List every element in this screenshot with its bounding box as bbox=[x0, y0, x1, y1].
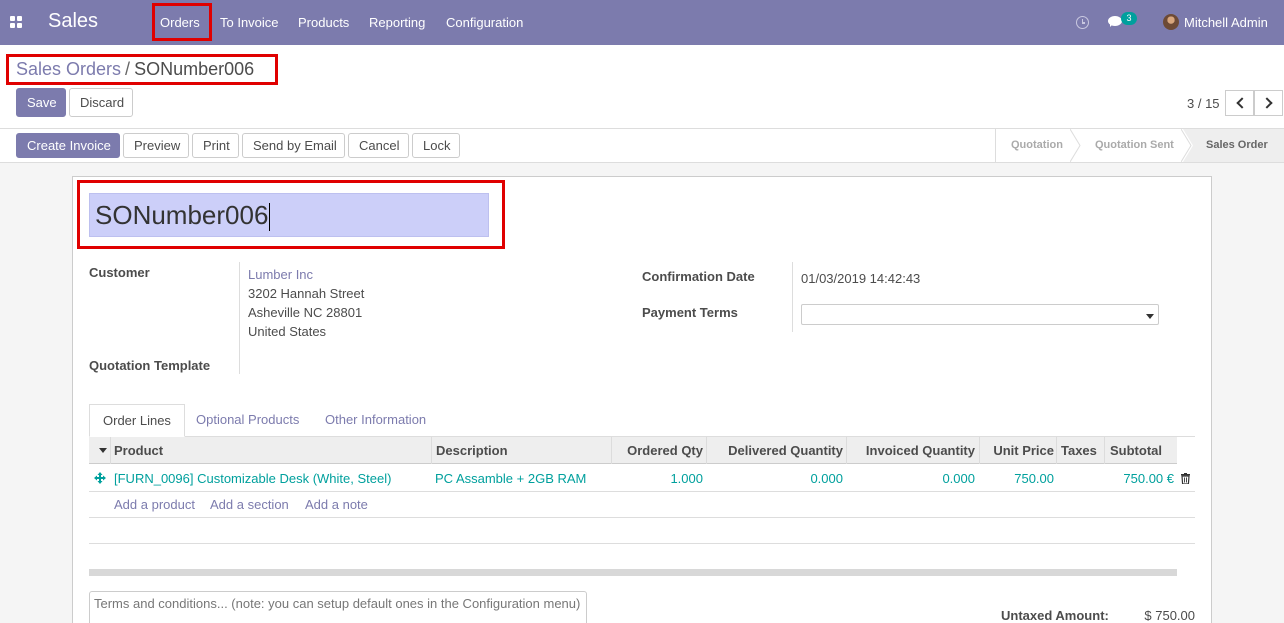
address-country: United States bbox=[248, 324, 327, 339]
apps-menu-icon[interactable] bbox=[10, 16, 23, 29]
tab-optional-products[interactable]: Optional Products bbox=[183, 404, 312, 437]
col-subtotal[interactable]: Subtotal bbox=[1110, 437, 1162, 464]
statusbar: Create Invoice Preview Print Send by Ema… bbox=[0, 129, 1284, 163]
customer-link[interactable]: Lumber Inc bbox=[248, 267, 313, 282]
app-name: Sales bbox=[48, 10, 99, 32]
address-street: 3202 Hannah Street bbox=[248, 286, 365, 301]
trash-icon[interactable] bbox=[1181, 473, 1190, 484]
stage-divider bbox=[995, 129, 996, 162]
column-separator bbox=[1056, 437, 1057, 464]
pager-previous-button[interactable] bbox=[1225, 90, 1254, 116]
tab-order-lines[interactable]: Order Lines bbox=[89, 404, 185, 437]
col-invoiced-qty[interactable]: Invoiced Quantity bbox=[866, 437, 975, 464]
chat-icon[interactable] bbox=[1108, 16, 1122, 27]
stage-arrow-icon bbox=[1070, 129, 1081, 162]
untaxed-amount-value: $ 750.00 bbox=[1144, 608, 1195, 623]
menu-products[interactable]: Products bbox=[298, 15, 349, 30]
menu-to-invoice[interactable]: To Invoice bbox=[220, 15, 279, 30]
column-separator bbox=[110, 437, 111, 464]
quotation-template-label: Quotation Template bbox=[89, 358, 211, 373]
menu-configuration[interactable]: Configuration bbox=[446, 15, 523, 30]
lock-button[interactable]: Lock bbox=[412, 133, 460, 158]
stage-sales-order[interactable]: Sales Order bbox=[1206, 129, 1268, 162]
caret-down-icon bbox=[1146, 314, 1154, 319]
confirmation-date-label: Confirmation Date bbox=[642, 269, 755, 284]
stage-quotation[interactable]: Quotation bbox=[1011, 129, 1063, 162]
row-divider bbox=[89, 491, 1195, 492]
save-button[interactable]: Save bbox=[16, 88, 66, 117]
send-by-email-button[interactable]: Send by Email bbox=[242, 133, 345, 158]
highlight-breadcrumb-box bbox=[6, 54, 278, 85]
col-product[interactable]: Product bbox=[114, 437, 163, 464]
payment-terms-select[interactable] bbox=[801, 304, 1159, 325]
terms-textarea[interactable]: Terms and conditions... (note: you can s… bbox=[89, 591, 587, 623]
field-divider bbox=[239, 262, 240, 374]
cancel-button[interactable]: Cancel bbox=[348, 133, 409, 158]
line-unit-price[interactable]: 750.00 bbox=[1014, 471, 1054, 486]
order-lines-header: Product Description Ordered Qty Delivere… bbox=[89, 437, 1177, 464]
line-subtotal: 750.00 € bbox=[1123, 471, 1174, 486]
drag-handle-icon[interactable] bbox=[94, 472, 106, 484]
line-description[interactable]: PC Assamble + 2GB RAM bbox=[435, 471, 586, 486]
add-product-link[interactable]: Add a product bbox=[114, 497, 195, 512]
activity-clock-icon[interactable] bbox=[1076, 16, 1089, 29]
line-delivered-qty[interactable]: 0.000 bbox=[810, 471, 843, 486]
add-note-link[interactable]: Add a note bbox=[305, 497, 368, 512]
line-product[interactable]: [FURN_0096] Customizable Desk (White, St… bbox=[114, 471, 391, 486]
column-separator bbox=[846, 437, 847, 464]
col-delivered-qty[interactable]: Delivered Quantity bbox=[728, 437, 843, 464]
payment-terms-label: Payment Terms bbox=[642, 305, 738, 320]
customer-label: Customer bbox=[89, 265, 150, 280]
line-invoiced-qty[interactable]: 0.000 bbox=[942, 471, 975, 486]
highlight-orders-box bbox=[152, 3, 212, 41]
column-separator bbox=[1104, 437, 1105, 464]
confirmation-date-value[interactable]: 01/03/2019 14:42:43 bbox=[801, 271, 920, 286]
column-separator bbox=[706, 437, 707, 464]
row-divider bbox=[89, 543, 1195, 544]
print-button[interactable]: Print bbox=[192, 133, 239, 158]
chevron-right-icon bbox=[1261, 97, 1273, 109]
column-separator bbox=[431, 437, 432, 464]
caret-down-icon[interactable] bbox=[99, 448, 107, 453]
column-separator bbox=[979, 437, 980, 464]
untaxed-amount-label: Untaxed Amount: bbox=[1001, 608, 1109, 623]
chat-count-badge: 3 bbox=[1121, 12, 1137, 25]
pager-value: 3 / 15 bbox=[1187, 96, 1220, 111]
col-ordered-qty[interactable]: Ordered Qty bbox=[627, 437, 703, 464]
add-section-link[interactable]: Add a section bbox=[210, 497, 289, 512]
create-invoice-button[interactable]: Create Invoice bbox=[16, 133, 120, 158]
row-divider bbox=[89, 517, 1195, 518]
address-city: Asheville NC 28801 bbox=[248, 305, 363, 320]
stage-quotation-sent[interactable]: Quotation Sent bbox=[1095, 129, 1174, 162]
horizontal-scrollbar[interactable] bbox=[89, 569, 1177, 576]
user-avatar[interactable] bbox=[1163, 14, 1179, 30]
highlight-name-box bbox=[77, 180, 505, 249]
tab-other-information[interactable]: Other Information bbox=[312, 404, 439, 437]
discard-button[interactable]: Discard bbox=[69, 88, 133, 117]
pager-next-button[interactable] bbox=[1254, 90, 1283, 116]
column-separator bbox=[611, 437, 612, 464]
user-name[interactable]: Mitchell Admin bbox=[1184, 15, 1268, 30]
line-ordered-qty[interactable]: 1.000 bbox=[670, 471, 703, 486]
chevron-left-icon bbox=[1236, 97, 1248, 109]
col-taxes[interactable]: Taxes bbox=[1061, 437, 1097, 464]
preview-button[interactable]: Preview bbox=[123, 133, 189, 158]
col-description[interactable]: Description bbox=[436, 437, 508, 464]
col-unit-price[interactable]: Unit Price bbox=[993, 437, 1054, 464]
menu-reporting[interactable]: Reporting bbox=[369, 15, 425, 30]
field-divider bbox=[792, 262, 793, 332]
